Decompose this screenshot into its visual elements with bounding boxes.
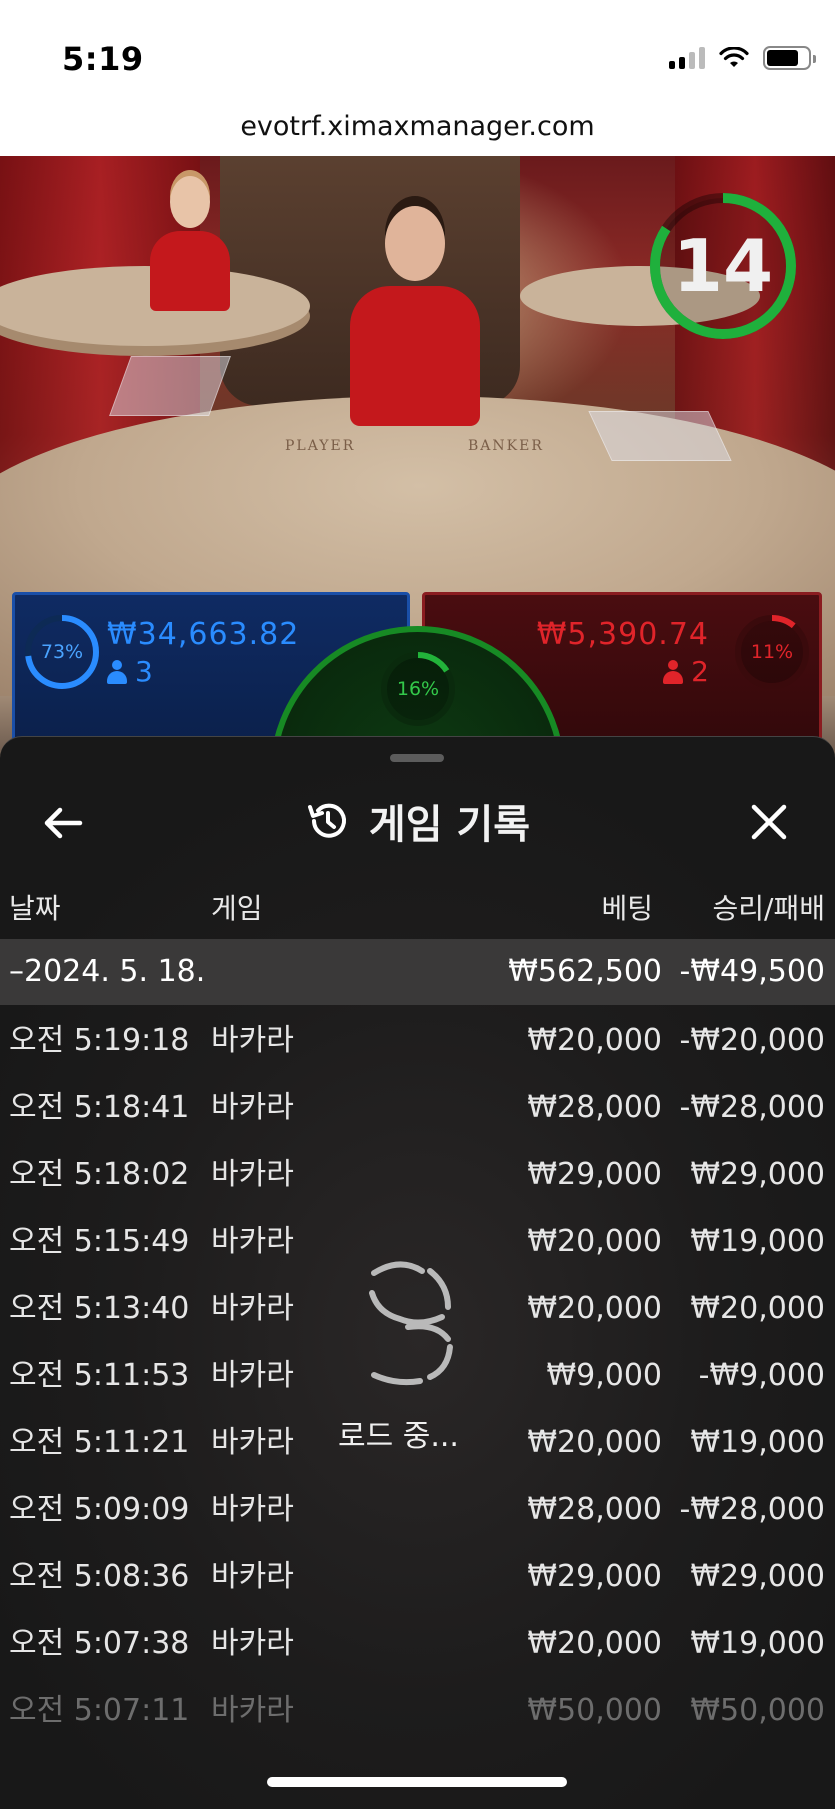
date-group-row[interactable]: –2024. 5. 18. ₩562,500 -₩49,500: [0, 939, 835, 1005]
history-time: 오전 5:18:02: [9, 1157, 190, 1192]
history-row[interactable]: 오전 5:18:41 바카라 ₩28,000 -₩28,000: [0, 1074, 835, 1141]
history-row[interactable]: 오전 5:19:18 바카라 ₩20,000 -₩20,000: [0, 1007, 835, 1074]
battery-icon: [763, 46, 816, 70]
live-dealer-video: PLAYER BANKER 14 73% ₩34,663.82 3 ₩5,390…: [0, 156, 835, 776]
game-history-sheet: 게임 기록 날짜 게임 베팅 승리/패배 –2024. 5. 18. ₩562,…: [0, 736, 835, 1809]
date-group-result-total: -₩49,500: [679, 954, 825, 989]
history-result: -₩9,000: [698, 1358, 825, 1393]
history-icon: [307, 803, 346, 838]
history-bet: ₩20,000: [527, 1023, 662, 1058]
history-game: 바카라: [211, 1492, 294, 1527]
history-game: 바카라: [211, 1693, 294, 1728]
history-bet: ₩9,000: [546, 1358, 662, 1393]
banker-bet-amount: ₩5,390.74: [536, 617, 709, 652]
url-text: evotrf.ximaxmanager.com: [240, 111, 595, 142]
history-bet: ₩20,000: [527, 1425, 662, 1460]
sheet-title-group: 게임 기록: [0, 791, 835, 851]
date-group-date: –2024. 5. 18.: [9, 954, 206, 989]
history-bet: ₩50,000: [527, 1693, 662, 1728]
history-time: 오전 5:19:18: [9, 1023, 190, 1058]
history-bet: ₩20,000: [527, 1224, 662, 1259]
history-bet: ₩20,000: [527, 1626, 662, 1661]
sheet-drag-handle[interactable]: [390, 754, 444, 762]
table-label-banker: BANKER: [468, 438, 544, 454]
timer-value: 14: [672, 224, 774, 308]
history-time: 오전 5:11:21: [9, 1425, 190, 1460]
history-game: 바카라: [211, 1291, 294, 1326]
status-bar: 5:19: [0, 0, 835, 104]
close-button[interactable]: [744, 799, 794, 845]
player-percent: 73%: [40, 641, 84, 663]
history-result: ₩20,000: [690, 1291, 825, 1326]
column-header-result: 승리/패배: [712, 892, 825, 925]
player-count: 3: [107, 655, 153, 688]
status-time: 5:19: [62, 40, 144, 78]
person-icon: [663, 659, 684, 684]
history-result: ₩19,000: [690, 1224, 825, 1259]
banker-percent: 11%: [750, 641, 794, 663]
history-time: 오전 5:11:53: [9, 1358, 190, 1393]
history-game: 바카라: [211, 1559, 294, 1594]
date-group-bet-total: ₩562,500: [508, 954, 662, 989]
sheet-header: 게임 기록: [0, 777, 835, 867]
history-game: 바카라: [211, 1090, 294, 1125]
history-time: 오전 5:07:38: [9, 1626, 190, 1661]
sheet-title: 게임 기록: [368, 802, 531, 848]
history-result: ₩50,000: [690, 1693, 825, 1728]
history-bet: ₩20,000: [527, 1291, 662, 1326]
history-result: ₩29,000: [690, 1559, 825, 1594]
history-time: 오전 5:13:40: [9, 1291, 190, 1326]
loading-spinner-icon: [360, 1257, 470, 1387]
person-icon: [107, 659, 127, 684]
history-row[interactable]: 오전 5:09:09 바카라 ₩28,000 -₩28,000: [0, 1476, 835, 1543]
player-percent-ring: 73%: [23, 613, 101, 691]
column-header-game: 게임: [211, 892, 263, 925]
close-icon: [751, 804, 787, 840]
column-header-bet: 베팅: [601, 892, 653, 925]
loading-label: 로드 중...: [338, 1419, 459, 1454]
background-dealer: [150, 176, 230, 311]
history-bet: ₩29,000: [527, 1157, 662, 1192]
history-row[interactable]: 오전 5:08:36 바카라 ₩29,000 ₩29,000: [0, 1543, 835, 1610]
history-time: 오전 5:08:36: [9, 1559, 190, 1594]
history-row[interactable]: 오전 5:07:11 바카라 ₩50,000 ₩50,000: [0, 1677, 835, 1744]
history-time: 오전 5:18:41: [9, 1090, 190, 1125]
home-indicator[interactable]: [267, 1777, 567, 1787]
history-game: 바카라: [211, 1358, 294, 1393]
history-result: -₩20,000: [679, 1023, 825, 1058]
tie-percent: 16%: [396, 678, 440, 700]
history-game: 바카라: [211, 1224, 294, 1259]
countdown-timer: 14: [647, 190, 799, 342]
status-icons: [669, 46, 816, 70]
wifi-icon: [719, 47, 749, 67]
banker-percent-ring: 11%: [733, 613, 811, 691]
history-result: -₩28,000: [679, 1492, 825, 1527]
history-result: -₩28,000: [679, 1090, 825, 1125]
table-label-player: PLAYER: [285, 438, 356, 454]
history-bet: ₩28,000: [527, 1090, 662, 1125]
history-game: 바카라: [211, 1157, 294, 1192]
tie-percent-ring: 16%: [379, 650, 457, 728]
history-time: 오전 5:07:11: [9, 1693, 190, 1728]
history-bet: ₩28,000: [527, 1492, 662, 1527]
history-bet: ₩29,000: [527, 1559, 662, 1594]
dealer: [350, 206, 480, 436]
history-result: ₩19,000: [690, 1626, 825, 1661]
history-game: 바카라: [211, 1626, 294, 1661]
history-row[interactable]: 오전 5:07:38 바카라 ₩20,000 ₩19,000: [0, 1610, 835, 1677]
history-time: 오전 5:09:09: [9, 1492, 190, 1527]
history-time: 오전 5:15:49: [9, 1224, 190, 1259]
history-result: ₩29,000: [690, 1157, 825, 1192]
history-result: ₩19,000: [690, 1425, 825, 1460]
history-game: 바카라: [211, 1425, 294, 1460]
column-header-date: 날짜: [9, 892, 61, 925]
player-bet-amount: ₩34,663.82: [107, 617, 300, 652]
history-row[interactable]: 오전 5:18:02 바카라 ₩29,000 ₩29,000: [0, 1141, 835, 1208]
history-game: 바카라: [211, 1023, 294, 1058]
cellular-signal-icon: [669, 47, 705, 69]
browser-url-bar[interactable]: evotrf.ximaxmanager.com: [0, 104, 835, 156]
banker-count: 2: [663, 655, 709, 688]
